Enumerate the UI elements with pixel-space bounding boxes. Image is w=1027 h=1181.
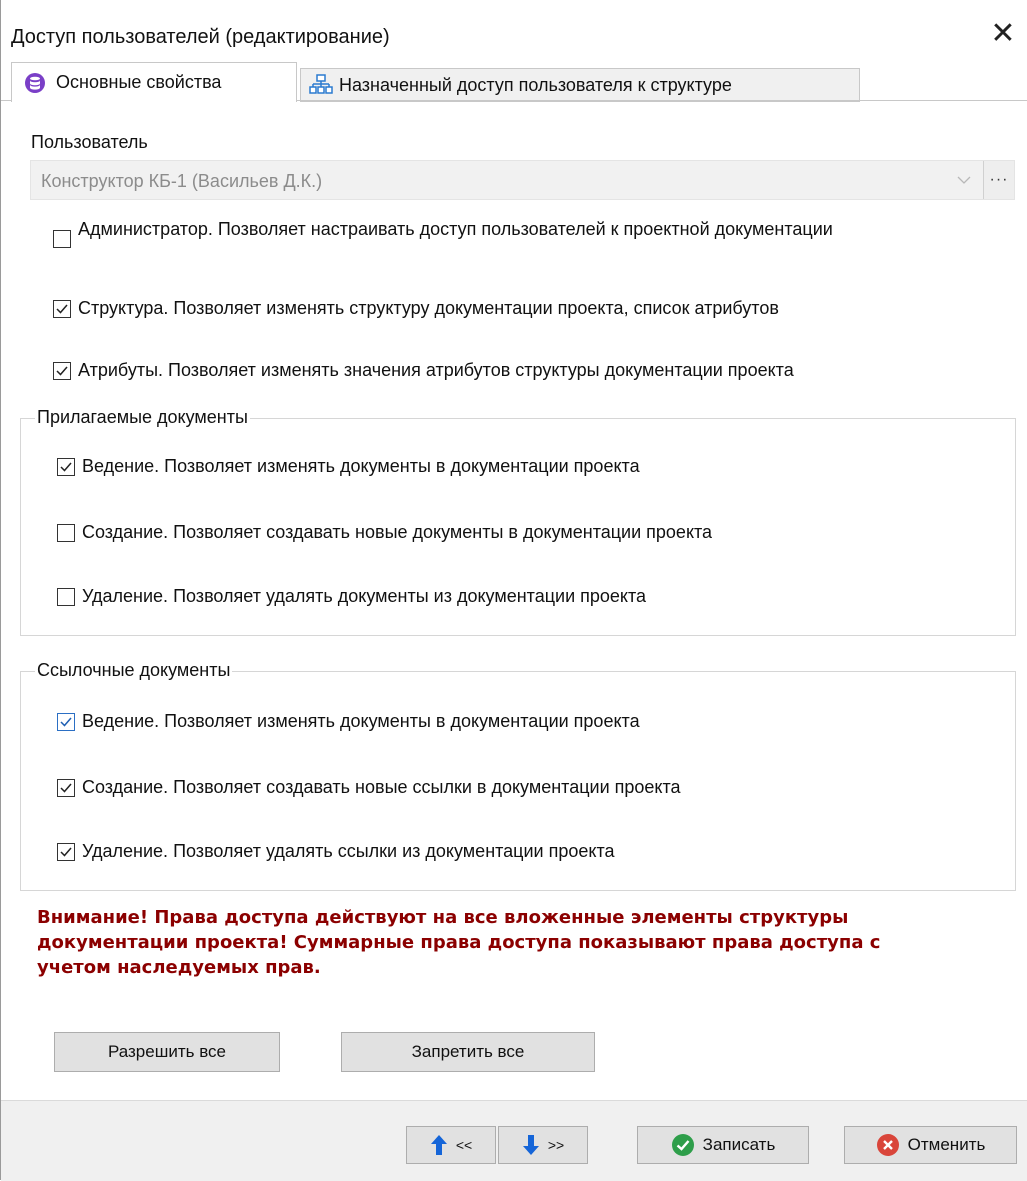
- window-title: Доступ пользователей (редактирование): [11, 26, 390, 48]
- tab-assigned-access[interactable]: Назначенный доступ пользователя к структ…: [300, 68, 860, 102]
- attached-create-checkbox-label: Создание. Позволяет создавать новые доку…: [82, 522, 713, 542]
- previous-button-label: <<: [455, 1137, 473, 1153]
- referenced-create-checkbox-row[interactable]: Создание. Позволяет создавать новые ссыл…: [57, 777, 681, 798]
- structure-checkbox-label: Структура. Позволяет изменять структуру …: [78, 298, 779, 318]
- referenced-delete-checkbox-label: Удаление. Позволяет удалять ссылки из до…: [82, 841, 615, 861]
- attributes-checkbox-row[interactable]: Атрибуты. Позволяет изменять значения ат…: [53, 360, 794, 381]
- next-button[interactable]: >>: [498, 1126, 588, 1164]
- admin-checkbox[interactable]: [53, 230, 71, 248]
- chevron-down-icon[interactable]: [950, 161, 978, 199]
- attached-documents-title: Прилагаемые документы: [35, 407, 250, 428]
- warning-line-3: учетом наследуемых прав.: [37, 957, 321, 978]
- attributes-checkbox[interactable]: [53, 361, 71, 380]
- referenced-delete-checkbox[interactable]: [57, 842, 75, 861]
- admin-checkbox-clip: Администратор. Позволяет настраивать дос…: [53, 218, 993, 262]
- tab-bar: Основные свойства Назначенный доступ пол…: [11, 62, 1021, 102]
- attached-edit-checkbox[interactable]: [57, 457, 75, 476]
- save-button-label: Записать: [702, 1135, 776, 1154]
- deny-all-button[interactable]: Запретить все: [341, 1032, 595, 1072]
- admin-checkbox-row[interactable]: Администратор. Позволяет настраивать дос…: [53, 218, 958, 248]
- title-bar: Доступ пользователей (редактирование) ✕: [1, 0, 1027, 62]
- admin-checkbox-label: Администратор. Позволяет настраивать дос…: [78, 219, 833, 239]
- warning-line-2: документации проекта! Суммарные права до…: [37, 932, 881, 953]
- attached-delete-checkbox[interactable]: [57, 587, 75, 606]
- allow-all-button[interactable]: Разрешить все: [54, 1032, 280, 1072]
- cancel-button-label: Отменить: [907, 1135, 986, 1154]
- user-combobox-value: Конструктор КБ-1 (Васильев Д.К.): [41, 171, 323, 191]
- user-combobox[interactable]: Конструктор КБ-1 (Васильев Д.К.) ···: [30, 160, 1015, 200]
- arrow-down-icon: [522, 1134, 540, 1156]
- check-circle-icon: [671, 1133, 695, 1157]
- previous-button[interactable]: <<: [406, 1126, 496, 1164]
- referenced-documents-title: Ссылочные документы: [35, 660, 233, 681]
- tab-assigned-access-label: Назначенный доступ пользователя к структ…: [339, 74, 732, 95]
- hierarchy-icon: [309, 74, 333, 96]
- referenced-edit-checkbox[interactable]: [57, 712, 75, 731]
- attached-create-checkbox[interactable]: [57, 523, 75, 542]
- close-icon[interactable]: ✕: [990, 19, 1016, 49]
- attached-delete-checkbox-row[interactable]: Удаление. Позволяет удалять документы из…: [57, 586, 646, 607]
- user-label: Пользователь: [31, 132, 148, 152]
- referenced-create-checkbox[interactable]: [57, 778, 75, 797]
- next-button-label: >>: [547, 1137, 565, 1153]
- attached-delete-checkbox-label: Удаление. Позволяет удалять документы из…: [82, 586, 647, 606]
- referenced-edit-checkbox-row[interactable]: Ведение. Позволяет изменять документы в …: [57, 711, 640, 732]
- referenced-create-checkbox-label: Создание. Позволяет создавать новые ссыл…: [82, 777, 681, 797]
- cancel-button[interactable]: Отменить: [844, 1126, 1017, 1164]
- save-button[interactable]: Записать: [637, 1126, 809, 1164]
- attached-create-checkbox-row[interactable]: Создание. Позволяет создавать новые доку…: [57, 522, 712, 543]
- attached-edit-checkbox-label: Ведение. Позволяет изменять документы в …: [82, 456, 640, 476]
- tab-main-properties[interactable]: Основные свойства: [11, 62, 297, 102]
- arrow-up-icon: [430, 1134, 448, 1156]
- referenced-edit-checkbox-label: Ведение. Позволяет изменять документы в …: [82, 711, 640, 731]
- attributes-checkbox-label: Атрибуты. Позволяет изменять значения ат…: [78, 360, 794, 380]
- cancel-circle-icon: [876, 1133, 900, 1157]
- structure-checkbox[interactable]: [53, 299, 71, 318]
- database-icon: [24, 72, 46, 94]
- attached-edit-checkbox-row[interactable]: Ведение. Позволяет изменять документы в …: [57, 456, 640, 477]
- dialog-window: Доступ пользователей (редактирование) ✕ …: [0, 0, 1027, 1181]
- tab-main-properties-label: Основные свойства: [56, 72, 222, 92]
- warning-message: Внимание! Права доступа действуют на все…: [37, 905, 997, 980]
- more-options-button[interactable]: ···: [983, 161, 1014, 199]
- structure-checkbox-row[interactable]: Структура. Позволяет изменять структуру …: [53, 298, 779, 319]
- warning-line-1: Внимание! Права доступа действуют на все…: [37, 907, 849, 928]
- referenced-delete-checkbox-row[interactable]: Удаление. Позволяет удалять ссылки из до…: [57, 841, 615, 862]
